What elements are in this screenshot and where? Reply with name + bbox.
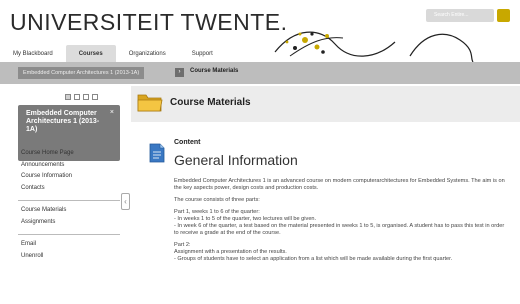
menu-divider — [18, 234, 120, 235]
paragraph: Embedded Computer Architectures 1 is an … — [174, 178, 505, 191]
course-title: Embedded Computer Architectures 1 (2013-… — [26, 110, 100, 133]
paragraph: Assignment with a presentation of the re… — [174, 249, 287, 255]
content-heading: General Information — [174, 152, 298, 168]
breadcrumb-chevron-icon[interactable]: › — [175, 68, 184, 77]
search-placeholder: Search Entire... — [434, 12, 469, 18]
menu-item-course-materials[interactable]: Course Materials — [18, 205, 120, 217]
menu-item-announcements[interactable]: Announcements — [18, 160, 120, 172]
collapse-menu-button[interactable]: ‹ — [121, 193, 130, 210]
page-title: Course Materials — [170, 97, 251, 108]
tab-organizations[interactable]: Organizations — [116, 45, 179, 62]
window-icon[interactable] — [83, 94, 89, 100]
breadcrumb-course[interactable]: Embedded Computer Architectures 1 (2013-… — [18, 67, 145, 79]
square-icon[interactable] — [65, 94, 71, 100]
folder-view-icon[interactable] — [74, 94, 80, 100]
tab-my-blackboard[interactable]: My Blackboard — [0, 45, 66, 62]
content-body: Embedded Computer Architectures 1 is an … — [174, 178, 506, 263]
page-header: Course Materials — [131, 86, 520, 122]
menu-item-contacts[interactable]: Contacts — [18, 183, 120, 195]
paragraph: - In week 6 of the quarter, a test based… — [174, 223, 505, 236]
header: UNIVERSITEIT TWENTE. Search Entire... My… — [0, 0, 520, 62]
folder-icon — [137, 94, 163, 112]
paragraph: Part 2: — [174, 242, 191, 248]
search-input[interactable]: Search Entire... — [426, 9, 494, 22]
menu-item-course-home-page[interactable]: Course Home Page — [18, 148, 120, 160]
menu-item-course-information[interactable]: Course Information — [18, 171, 120, 183]
menu-tools — [65, 94, 98, 100]
breadcrumb-current-page: Course Materials — [190, 68, 239, 74]
university-logo[interactable]: UNIVERSITEIT TWENTE. — [10, 9, 288, 36]
content-item-title[interactable]: Content — [174, 139, 200, 146]
refresh-icon[interactable] — [92, 94, 98, 100]
menu-divider — [18, 200, 120, 201]
search-go-button[interactable] — [497, 9, 510, 22]
paragraph: Part 1, weeks 1 to 6 of the quarter: — [174, 209, 260, 215]
paragraph: - In weeks 1 to 5 of the quarter, two le… — [174, 216, 317, 222]
document-icon — [149, 143, 165, 163]
menu-item-email[interactable]: Email — [18, 239, 120, 251]
menu-list: Course Home Page Announcements Course In… — [18, 148, 120, 262]
tab-courses[interactable]: Courses — [65, 45, 116, 62]
menu-item-unenroll[interactable]: Unenroll — [18, 251, 120, 263]
content-area: Course Materials Content General Informa… — [131, 86, 520, 304]
breadcrumb: Embedded Computer Architectures 1 (2013-… — [0, 62, 520, 84]
tab-support[interactable]: Support — [179, 45, 226, 62]
header-decoration — [274, 31, 474, 62]
course-menu: Embedded Computer Architectures 1 (2013-… — [15, 88, 123, 304]
paragraph: - Groups of students have to select an a… — [174, 256, 453, 262]
main-nav: My Blackboard Courses Organizations Supp… — [0, 45, 226, 62]
close-icon[interactable]: × — [110, 109, 114, 116]
menu-item-assignments[interactable]: Assignments — [18, 217, 120, 229]
paragraph: The course consists of three parts: — [174, 197, 260, 203]
